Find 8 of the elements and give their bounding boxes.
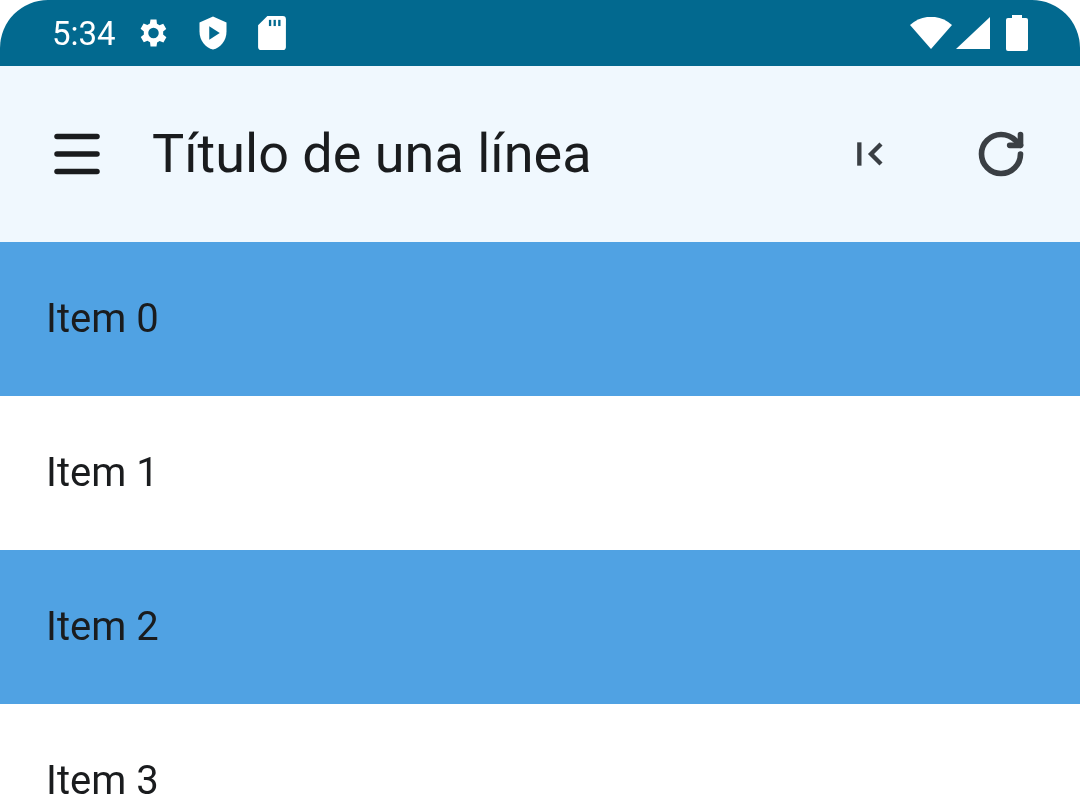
list-item[interactable]: Item 2 [0,550,1080,704]
wifi-icon [910,17,952,49]
battery-icon [1006,15,1028,51]
list-item[interactable]: Item 0 [0,242,1080,396]
signal-icon [956,17,990,49]
status-time: 5:34 [52,16,116,50]
app-title: Título de una línea [152,127,592,181]
sd-card-icon [257,16,286,50]
